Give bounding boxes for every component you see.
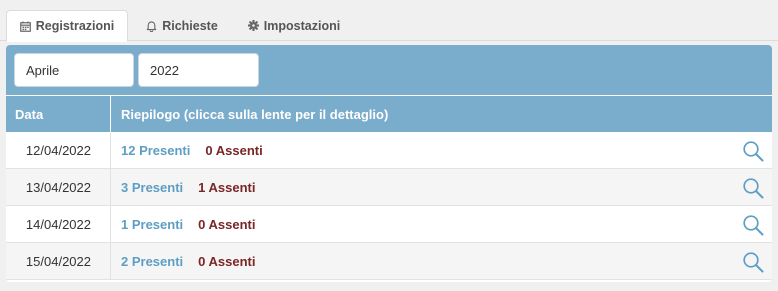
search-icon[interactable]: [742, 140, 764, 162]
absent-count-link[interactable]: 0 Assenti: [198, 254, 255, 269]
calendar-icon: [19, 21, 31, 32]
bell-icon: [146, 20, 157, 32]
filter-bar: Aprile 2022: [6, 45, 772, 95]
absent-count-link[interactable]: 0 Assenti: [205, 143, 262, 158]
tab-impostazioni[interactable]: Impostazioni: [244, 10, 344, 41]
column-header-riepilogo: Riepilogo (clicca sulla lente per il det…: [121, 107, 389, 122]
present-count-link[interactable]: 2 Presenti: [121, 254, 183, 269]
present-count-link[interactable]: 1 Presenti: [121, 217, 183, 232]
tab-label: Registrazioni: [35, 19, 115, 33]
search-icon[interactable]: [742, 177, 764, 199]
row-date: 13/04/2022: [6, 169, 111, 206]
absent-count-link[interactable]: 0 Assenti: [198, 217, 255, 232]
table-row: 12/04/2022 12 Presenti 0 Assenti: [6, 132, 772, 169]
row-summary: 3 Presenti 1 Assenti: [112, 169, 255, 206]
row-summary: 1 Presenti 0 Assenti: [112, 206, 255, 243]
registrazioni-panel: Aprile 2022 Data Riepilogo (clicca sulla…: [6, 45, 772, 282]
tab-bar: Registrazioni Richieste Impostazioni: [0, 0, 778, 42]
table-row: 15/04/2022 2 Presenti 0 Assenti: [6, 243, 772, 280]
present-count-link[interactable]: 3 Presenti: [121, 180, 183, 195]
row-date: 14/04/2022: [6, 206, 111, 243]
table-row: 14/04/2022 1 Presenti 0 Assenti: [6, 206, 772, 243]
table-row: 13/04/2022 3 Presenti 1 Assenti: [6, 169, 772, 206]
tab-richieste[interactable]: Richieste: [140, 10, 224, 41]
row-summary: 12 Presenti 0 Assenti: [112, 132, 263, 169]
tab-registrazioni[interactable]: Registrazioni: [6, 10, 128, 42]
tab-label: Impostazioni: [263, 18, 341, 33]
search-icon[interactable]: [742, 214, 764, 236]
year-select[interactable]: 2022: [138, 53, 259, 87]
row-date: 15/04/2022: [6, 243, 111, 280]
tab-label: Richieste: [162, 18, 218, 33]
gear-icon: [247, 20, 259, 31]
column-header-data: Data: [6, 96, 111, 133]
table-header: Data Riepilogo (clicca sulla lente per i…: [6, 95, 772, 133]
present-count-link[interactable]: 12 Presenti: [121, 143, 190, 158]
row-summary: 2 Presenti 0 Assenti: [112, 243, 255, 280]
absent-count-link[interactable]: 1 Assenti: [198, 180, 255, 195]
row-date: 12/04/2022: [6, 132, 111, 169]
search-icon[interactable]: [742, 251, 764, 273]
month-select[interactable]: Aprile: [14, 53, 134, 87]
